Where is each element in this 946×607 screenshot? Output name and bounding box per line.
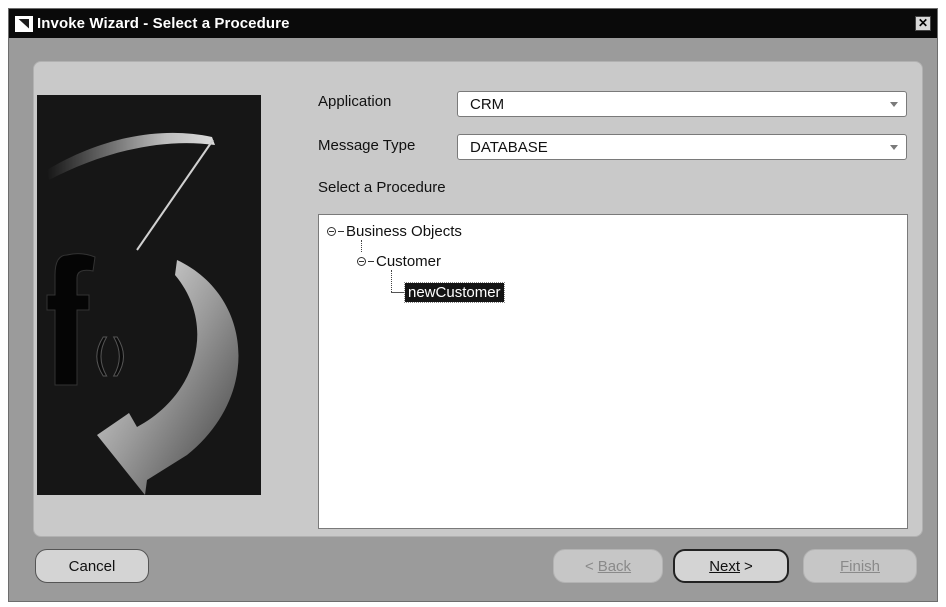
application-value: CRM [470,96,505,113]
application-dropdown[interactable]: CRM [457,91,907,117]
back-label: Back [597,557,632,575]
next-button[interactable]: Next > [673,549,789,583]
tree-node-business-objects[interactable]: Business Objects [327,223,462,240]
tree-node-customer[interactable]: Customer [357,253,441,270]
window-app-icon [15,15,33,32]
tree-connector [361,240,362,252]
tree-node-newcustomer[interactable]: newCustomer [404,282,505,303]
message-type-label: Message Type [318,137,416,154]
tree-node-label-selected: newCustomer [404,282,505,303]
cancel-button[interactable]: Cancel [35,549,149,583]
title-bar[interactable]: Invoke Wizard - Select a Procedure ✕ [9,9,937,38]
select-procedure-label: Select a Procedure [318,179,446,196]
tree-connector [368,261,374,262]
tree-connector [391,292,405,293]
svg-text:(): () [93,330,127,381]
next-label: Next [709,557,741,575]
chevron-down-icon[interactable] [890,102,898,107]
wizard-graphic: () [37,95,261,495]
collapse-icon[interactable] [327,227,336,236]
tree-connector [391,270,392,292]
tree-node-label: Customer [376,253,442,270]
finish-button[interactable]: Finish [803,549,917,583]
message-type-dropdown[interactable]: DATABASE [457,134,907,160]
collapse-icon[interactable] [357,257,366,266]
tree-connector [338,231,344,232]
procedure-tree[interactable]: Business Objects Customer newCustomer [318,214,908,529]
back-button[interactable]: < Back [553,549,663,583]
invoke-wizard-window: Invoke Wizard - Select a Procedure ✕ () … [8,8,938,602]
cancel-label: Cancel [68,557,116,575]
message-type-value: DATABASE [470,139,548,156]
function-icon: () [46,132,239,495]
chevron-right-icon: > [744,557,753,575]
application-label: Application [318,93,392,110]
finish-label: Finish [839,557,880,575]
close-button[interactable]: ✕ [915,16,931,31]
chevron-left-icon: < [584,557,594,575]
chevron-down-icon[interactable] [890,145,898,150]
tree-node-label: Business Objects [346,223,462,240]
window-title: Invoke Wizard - Select a Procedure [37,15,290,32]
